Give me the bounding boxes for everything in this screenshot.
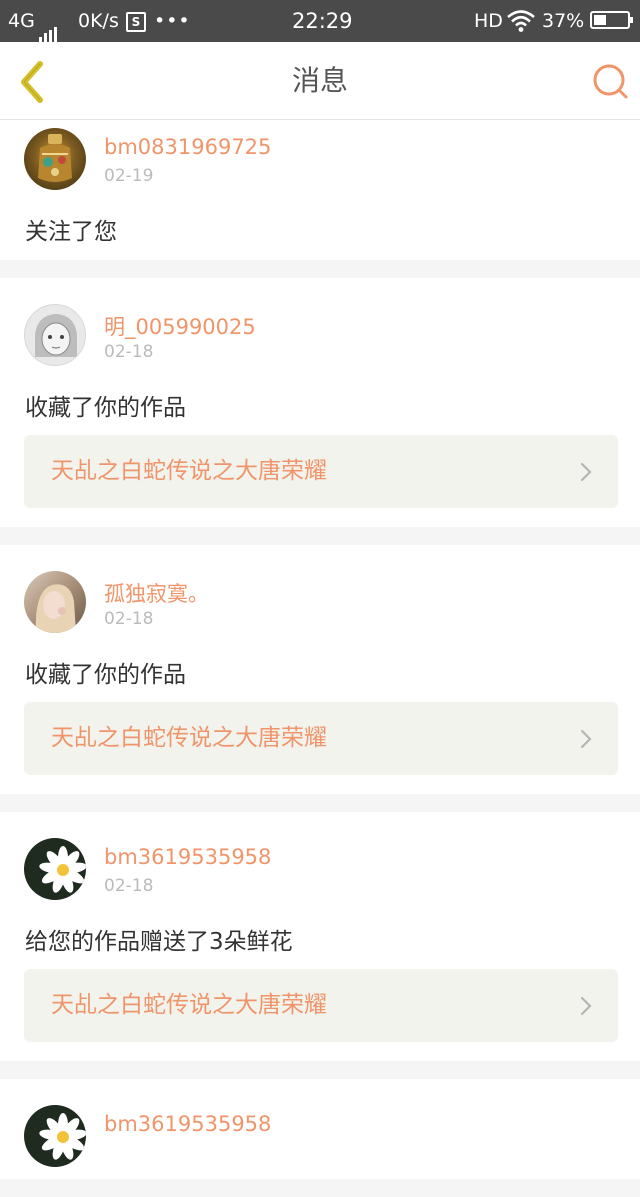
charging-icon: ⚡: [604, 10, 616, 28]
network-type: 4G: [8, 10, 35, 32]
battery-percent: 37%: [542, 10, 585, 32]
message-item: 明_005990025 02-18 收藏了你的作品 天乩之白蛇传说之大唐荣耀: [0, 278, 640, 527]
work-link[interactable]: 天乩之白蛇传说之大唐荣耀: [24, 702, 618, 775]
battery-icon: ⚡: [590, 10, 633, 29]
girl-photo-avatar[interactable]: [24, 571, 86, 633]
ornate-bottle-avatar[interactable]: [24, 128, 86, 190]
net-speed: 0K/s: [78, 10, 119, 32]
message-text: 给您的作品赠送了3朵鲜花: [25, 929, 293, 955]
message-item: bm3619535958: [0, 1079, 640, 1179]
clock: 22:29: [292, 9, 353, 33]
chevron-right-icon: [580, 729, 592, 749]
work-title: 天乩之白蛇传说之大唐荣耀: [51, 458, 327, 484]
username-link[interactable]: 孤独寂寞。: [104, 578, 209, 608]
message-date: 02-18: [104, 876, 154, 896]
username-link[interactable]: bm0831969725: [104, 135, 271, 159]
top-nav-bar: 消息: [0, 42, 640, 120]
message-text: 收藏了你的作品: [25, 662, 186, 688]
daisy-avatar[interactable]: [24, 1105, 86, 1167]
message-item: 孤独寂寞。 02-18 收藏了你的作品 天乩之白蛇传说之大唐荣耀: [0, 545, 640, 794]
message-date: 02-18: [104, 609, 154, 629]
s-app-label: S: [126, 11, 146, 32]
message-text: 关注了您: [25, 219, 117, 245]
portrait-illustration: [35, 584, 76, 633]
message-date: 02-18: [104, 342, 154, 362]
work-title: 天乩之白蛇传说之大唐荣耀: [51, 992, 327, 1018]
work-title: 天乩之白蛇传说之大唐荣耀: [51, 725, 327, 751]
sketch-girl-avatar[interactable]: [24, 304, 86, 366]
username-link[interactable]: bm3619535958: [104, 845, 271, 869]
username-link[interactable]: 明_005990025: [104, 311, 256, 341]
message-list: bm0831969725 02-19 关注了您 明_005990025 02-1…: [0, 120, 640, 1197]
more-notifications-icon: •••: [154, 10, 191, 32]
signal-icon: [38, 1, 59, 43]
chevron-right-icon: [580, 462, 592, 482]
sketch-face-illustration: [35, 314, 77, 357]
message-date: 02-19: [104, 166, 154, 186]
status-bar: 4G 0K/s S ••• 22:29 HD 37% ⚡: [0, 0, 640, 43]
daisy-illustration: [39, 846, 86, 893]
s-app-icon: S: [126, 0, 146, 42]
message-text: 收藏了你的作品: [25, 395, 186, 421]
daisy-illustration: [39, 1113, 86, 1160]
message-item: bm3619535958 02-18 给您的作品赠送了3朵鲜花 天乩之白蛇传说之…: [0, 812, 640, 1061]
network-indicator: 4G: [8, 0, 59, 43]
work-link[interactable]: 天乩之白蛇传说之大唐荣耀: [24, 435, 618, 508]
daisy-avatar[interactable]: [24, 838, 86, 900]
wifi-icon: [507, 10, 535, 32]
chevron-right-icon: [580, 996, 592, 1016]
message-item: bm0831969725 02-19 关注了您: [0, 120, 640, 260]
search-icon[interactable]: [590, 62, 630, 102]
hd-indicator: HD: [474, 10, 503, 32]
page-title: 消息: [291, 64, 348, 97]
username-link[interactable]: bm3619535958: [104, 1112, 271, 1136]
work-link[interactable]: 天乩之白蛇传说之大唐荣耀: [24, 969, 618, 1042]
bottle-illustration: [38, 134, 72, 182]
